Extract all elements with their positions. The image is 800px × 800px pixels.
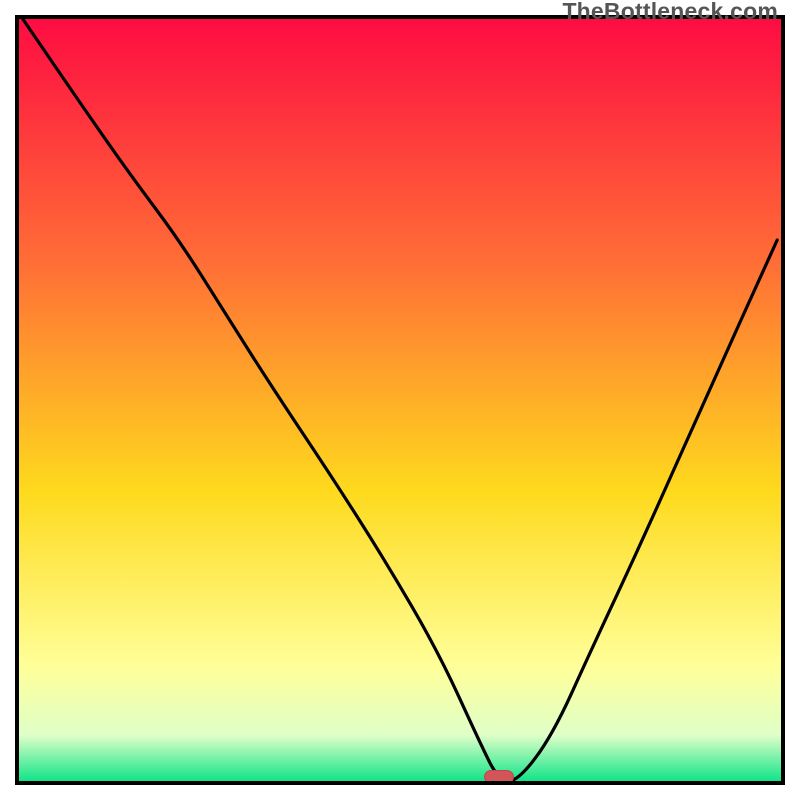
chart-frame: TheBottleneck.com bbox=[0, 0, 800, 800]
plot-area bbox=[15, 15, 785, 785]
bottleneck-curve bbox=[19, 19, 781, 781]
optimum-marker bbox=[484, 770, 514, 784]
watermark-text: TheBottleneck.com bbox=[562, 0, 778, 25]
